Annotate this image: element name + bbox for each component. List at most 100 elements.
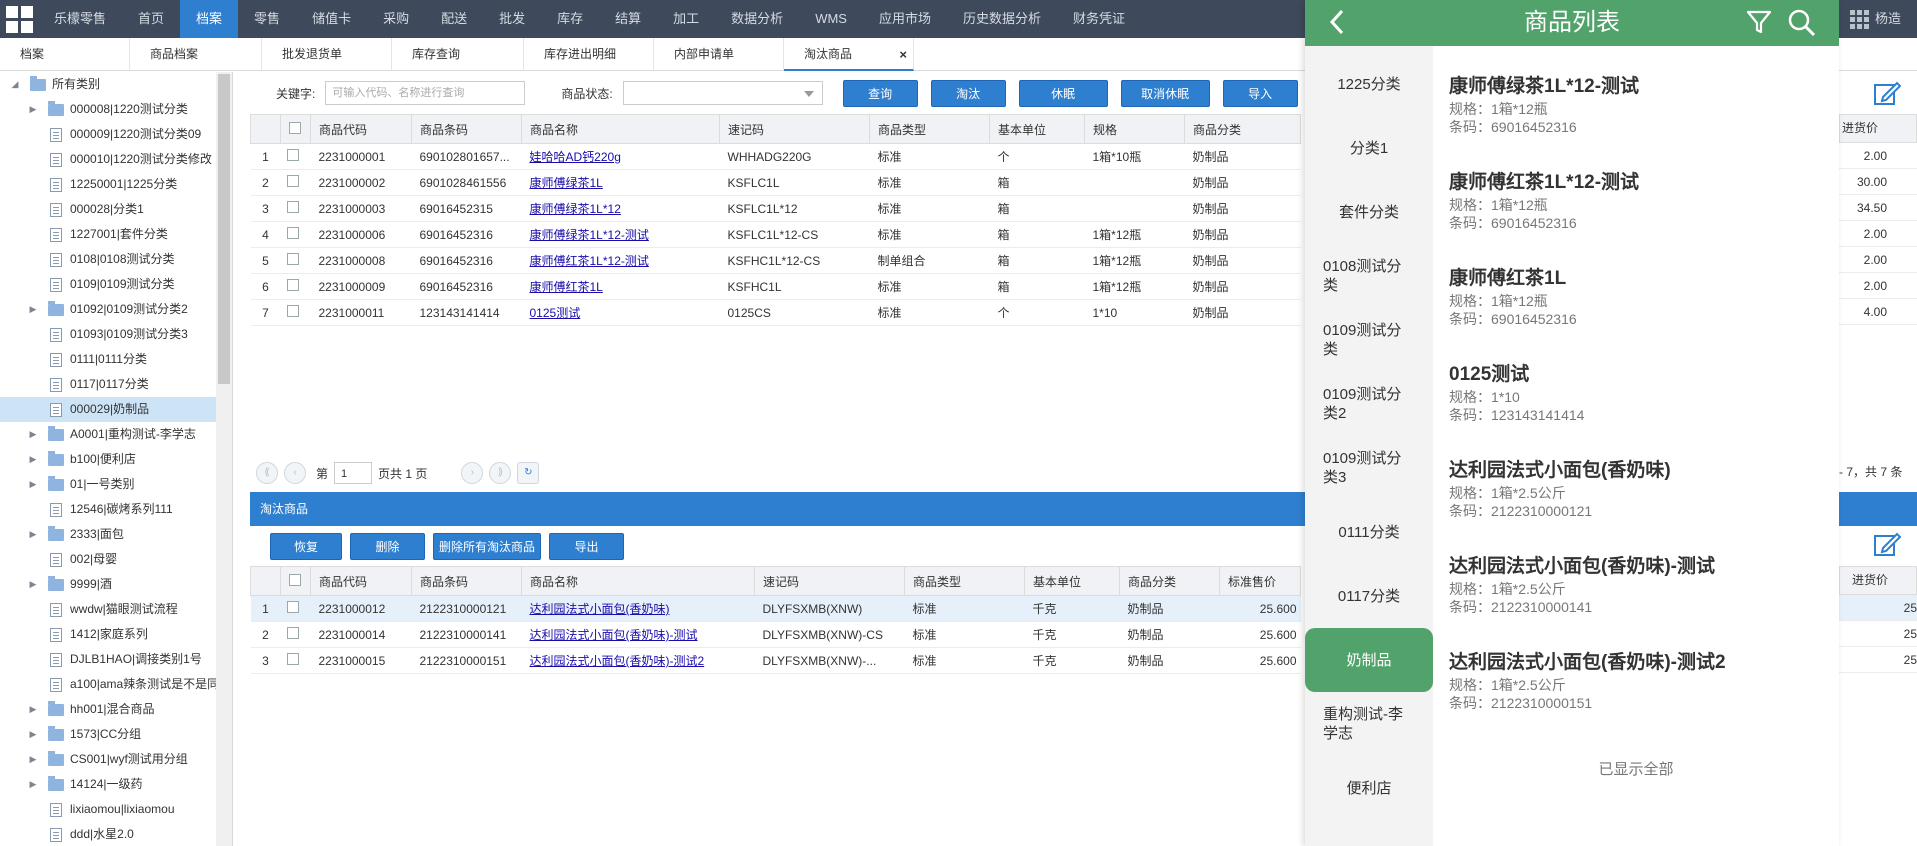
row-checkbox-cell[interactable] [280,595,311,622]
product-name-link[interactable]: 康师傅红茶1L*12-测试 [530,254,649,268]
row-checkbox-cell[interactable] [280,247,311,274]
column-header[interactable]: 商品条码 [411,114,522,144]
tree-node[interactable]: ▶ CS001|wyf测试用分组 [0,747,232,772]
nav-item-home[interactable]: 首页 [122,0,180,38]
category-item[interactable]: 套件分类 [1305,180,1433,244]
tree-node[interactable]: ▶ b100|便利店 [0,447,232,472]
product-name-link[interactable]: 0125测试 [530,306,581,320]
tree-node[interactable]: 000029|奶制品 [0,397,232,422]
table-row[interactable]: 4 2231000006 69016452316 康师傅绿茶1L*12-测试 KSFLC… [250,221,1301,248]
tree-node[interactable]: ▶ A0001|重构测试-李学志 [0,422,232,447]
table-row[interactable]: 7 2231000011 123143141414 0125测试 0125CS 标准个 1*… [250,299,1301,326]
product-card[interactable]: 康师傅绿茶1L*12-测试 规格：1箱*12瓶 条码：69016452316 [1449,74,1829,136]
cancel-dormant-button[interactable]: 取消休眠 [1120,79,1210,107]
tree-node[interactable]: 000010|1220测试分类修改 [0,147,232,172]
tree-node[interactable]: 000009|1220测试分类09 [0,122,232,147]
tree-node[interactable]: ▶ 000008|1220测试分类 [0,97,232,122]
tree-node[interactable]: wwdw|猫眼测试流程 [0,597,232,622]
product-name-link-cell[interactable]: 康师傅绿茶1L*12 [521,195,720,222]
category-item[interactable]: 重构测试-李学志 [1305,692,1433,756]
tree-arrow-icon[interactable]: ▶ [28,772,38,797]
table-row[interactable]: 2 2231000002 6901028461556 康师傅绿茶1L KSFLC1L 标准… [250,169,1301,196]
product-name-link-cell[interactable]: 达利园法式小面包(香奶味)-测试 [521,621,755,648]
export-button[interactable]: 导出 [549,533,624,560]
tree-arrow-icon[interactable]: ◢ [10,72,20,97]
query-button[interactable]: 查询 [842,79,918,107]
app-grid-icon[interactable] [0,0,38,38]
product-name-link-cell[interactable]: 康师傅绿茶1L [521,169,720,196]
row-checkbox[interactable] [286,653,299,665]
row-checkbox-cell[interactable] [280,195,311,222]
column-header[interactable]: 商品分类 [1119,566,1220,596]
product-name-link[interactable]: 康师傅绿茶1L*12-测试 [530,228,649,242]
category-item[interactable]: 分类1 [1305,116,1433,180]
keyword-input[interactable]: 可输入代码、名称进行查询 [325,81,526,105]
first-page-icon[interactable]: ⟪ [256,462,278,484]
category-item[interactable]: 奶制品 [1305,628,1433,692]
product-name-link-cell[interactable]: 0125测试 [521,299,720,326]
tree-node[interactable]: ▶ 2333|面包 [0,522,232,547]
category-item[interactable]: 0111分类 [1305,500,1433,564]
tree-arrow-icon[interactable]: ▶ [28,722,38,747]
delete-button[interactable]: 删除 [350,533,425,560]
table-row[interactable]: 5 2231000008 69016452316 康师傅红茶1L*12-测试 KSFHC… [250,247,1301,274]
tree-node[interactable]: 000028|分类1 [0,197,232,222]
row-checkbox-cell[interactable] [280,647,311,674]
edit-icon[interactable] [1873,531,1901,557]
tree-node[interactable]: 01093|0109测试分类3 [0,322,232,347]
filter-icon[interactable] [1745,8,1773,36]
column-header[interactable]: 商品分类 [1184,114,1301,144]
row-checkbox-cell[interactable] [280,143,311,170]
category-item[interactable]: 0109测试分类3 [1305,436,1433,500]
tree-node[interactable]: 002|母婴 [0,547,232,572]
column-header[interactable]: 商品条码 [411,566,522,596]
row-checkbox[interactable] [286,627,299,639]
row-checkbox[interactable] [286,149,299,161]
tree-node[interactable]: ▶ 14124|一级药 [0,772,232,797]
row-checkbox[interactable] [286,305,299,317]
tree-node[interactable]: ▶ 01|一号类别 [0,472,232,497]
product-name-link[interactable]: 娃哈哈AD钙220g [530,150,621,164]
product-name-link[interactable]: 达利园法式小面包(香奶味)-测试 [530,628,698,642]
nav-item-data-analysis[interactable]: 数据分析 [715,0,799,38]
select-all-checkbox[interactable] [289,573,301,586]
tree-node[interactable]: ◢ 所有类别 [0,72,232,97]
column-header[interactable]: 商品类型 [904,566,1025,596]
prev-page-icon[interactable]: ‹ [284,462,306,484]
product-name-link[interactable]: 康师傅绿茶1L [530,176,603,190]
column-header[interactable]: 商品名称 [521,114,720,144]
product-name-link[interactable]: 康师傅红茶1L [530,280,603,294]
tab-internal-request[interactable]: 内部申请单 [654,38,784,71]
import-button[interactable]: 导入 [1222,79,1298,107]
table-row[interactable]: 2 2231000014 2122310000141 达利园法式小面包(香奶味)-测试… [250,621,1301,648]
row-checkbox[interactable] [286,175,299,187]
select-all-checkbox[interactable] [289,121,301,134]
search-icon[interactable] [1787,8,1817,38]
tree-node[interactable]: lixiaomou|lixiaomou [0,797,232,822]
nav-item-inventory[interactable]: 库存 [541,0,599,38]
product-name-link-cell[interactable]: 娃哈哈AD钙220g [521,143,720,170]
row-checkbox[interactable] [286,201,299,213]
tree-scrollbar[interactable] [216,72,232,846]
nav-item-settlement[interactable]: 结算 [599,0,657,38]
nav-item-wholesale[interactable]: 批发 [483,0,541,38]
product-name-link-cell[interactable]: 达利园法式小面包(香奶味) [521,595,755,622]
column-header[interactable]: 商品代码 [310,114,412,144]
category-item[interactable]: 便利店 [1305,756,1433,820]
nav-item-archive[interactable]: 档案 [180,0,239,38]
nav-item-app-market[interactable]: 应用市场 [863,0,947,38]
row-checkbox[interactable] [286,279,299,291]
status-select[interactable] [622,81,823,105]
edit-icon[interactable] [1873,80,1901,106]
product-card[interactable]: 康师傅红茶1L 规格：1箱*12瓶 条码：69016452316 [1449,266,1829,328]
table-row[interactable]: 1 2231000012 2122310000121 达利园法式小面包(香奶味) DLY… [250,595,1301,622]
row-checkbox-cell[interactable] [280,273,311,300]
tree-arrow-icon[interactable]: ▶ [28,297,38,322]
category-item[interactable]: 0109测试分类2 [1305,372,1433,436]
tab-archive[interactable]: 档案 [0,38,130,71]
nav-item-lemon-retail[interactable]: 乐檬零售 [38,0,122,38]
product-card[interactable]: 达利园法式小面包(香奶味)-测试2 规格：1箱*2.5公斤 条码：212231000… [1449,650,1829,712]
tree-node[interactable]: 12546|碳烤系列111 [0,497,232,522]
tree-scrollbar-thumb[interactable] [218,74,230,384]
tree-arrow-icon[interactable]: ▶ [28,472,38,497]
